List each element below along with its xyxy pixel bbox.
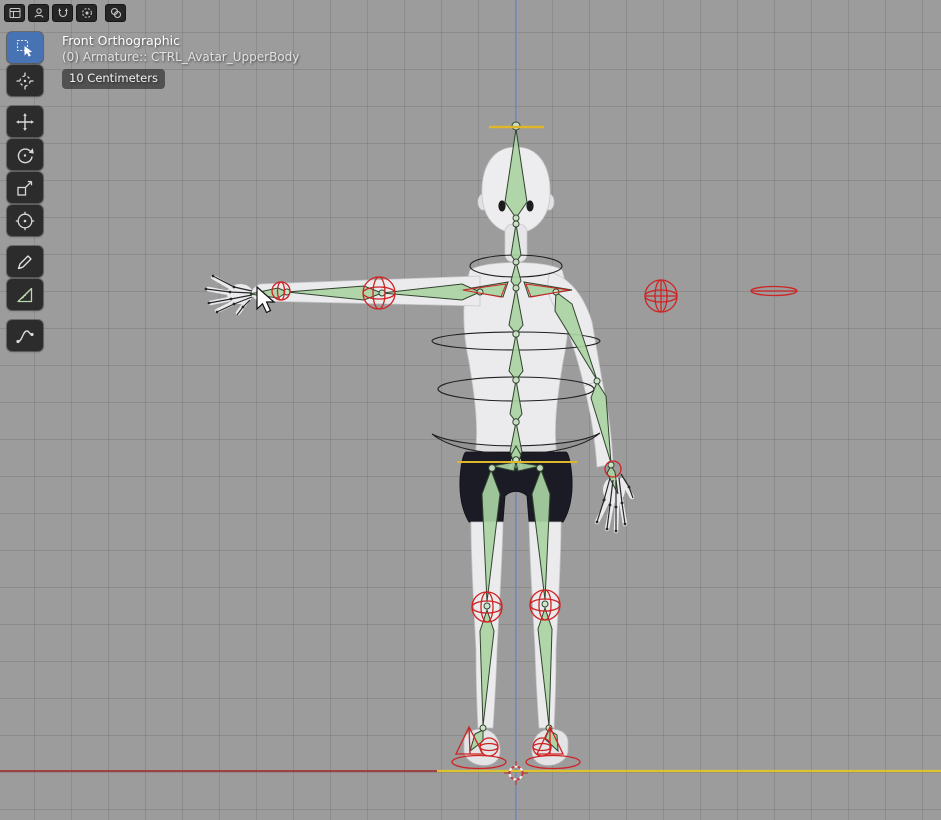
armature-bones[interactable] — [250, 122, 618, 751]
tool-annotate[interactable] — [7, 246, 43, 277]
toolbar — [7, 32, 43, 353]
tool-rotate[interactable] — [7, 139, 43, 170]
annotate-icon — [15, 252, 35, 272]
character-mesh[interactable] — [208, 147, 632, 765]
proportional-editing-icon[interactable] — [76, 4, 97, 22]
active-object-label: (0) Armature:: CTRL_Avatar_UpperBody — [62, 49, 299, 66]
scale-icon — [15, 178, 35, 198]
tool-measure[interactable] — [7, 279, 43, 310]
tool-pose-breakdowner[interactable] — [7, 320, 43, 351]
pose-breakdowner-icon — [15, 326, 35, 346]
editor-type-icon[interactable] — [4, 4, 25, 22]
overlays-icon[interactable] — [105, 4, 126, 22]
topbar-icons — [4, 4, 126, 22]
tool-move[interactable] — [7, 106, 43, 137]
tool-select-box[interactable] — [7, 32, 43, 63]
move-icon — [15, 112, 35, 132]
select-box-icon — [15, 38, 35, 58]
snapping-icon[interactable] — [52, 4, 73, 22]
tool-transform[interactable] — [7, 205, 43, 236]
tool-scale[interactable] — [7, 172, 43, 203]
3d-viewport[interactable]: Front Orthographic (0) Armature:: CTRL_A… — [0, 0, 941, 820]
measure-icon — [15, 285, 35, 305]
view-label: Front Orthographic — [62, 32, 299, 49]
grid-scale-badge: 10 Centimeters — [62, 69, 165, 89]
control-hand-ik-sphere — [645, 280, 677, 312]
tool-cursor[interactable] — [7, 65, 43, 96]
cursor-icon — [15, 71, 35, 91]
mode-icon[interactable] — [28, 4, 49, 22]
transform-icon — [15, 211, 35, 231]
viewport-header: Front Orthographic (0) Armature:: CTRL_A… — [62, 32, 299, 89]
scene-svg[interactable] — [0, 0, 941, 820]
rotate-icon — [15, 145, 35, 165]
control-disc — [751, 287, 797, 296]
